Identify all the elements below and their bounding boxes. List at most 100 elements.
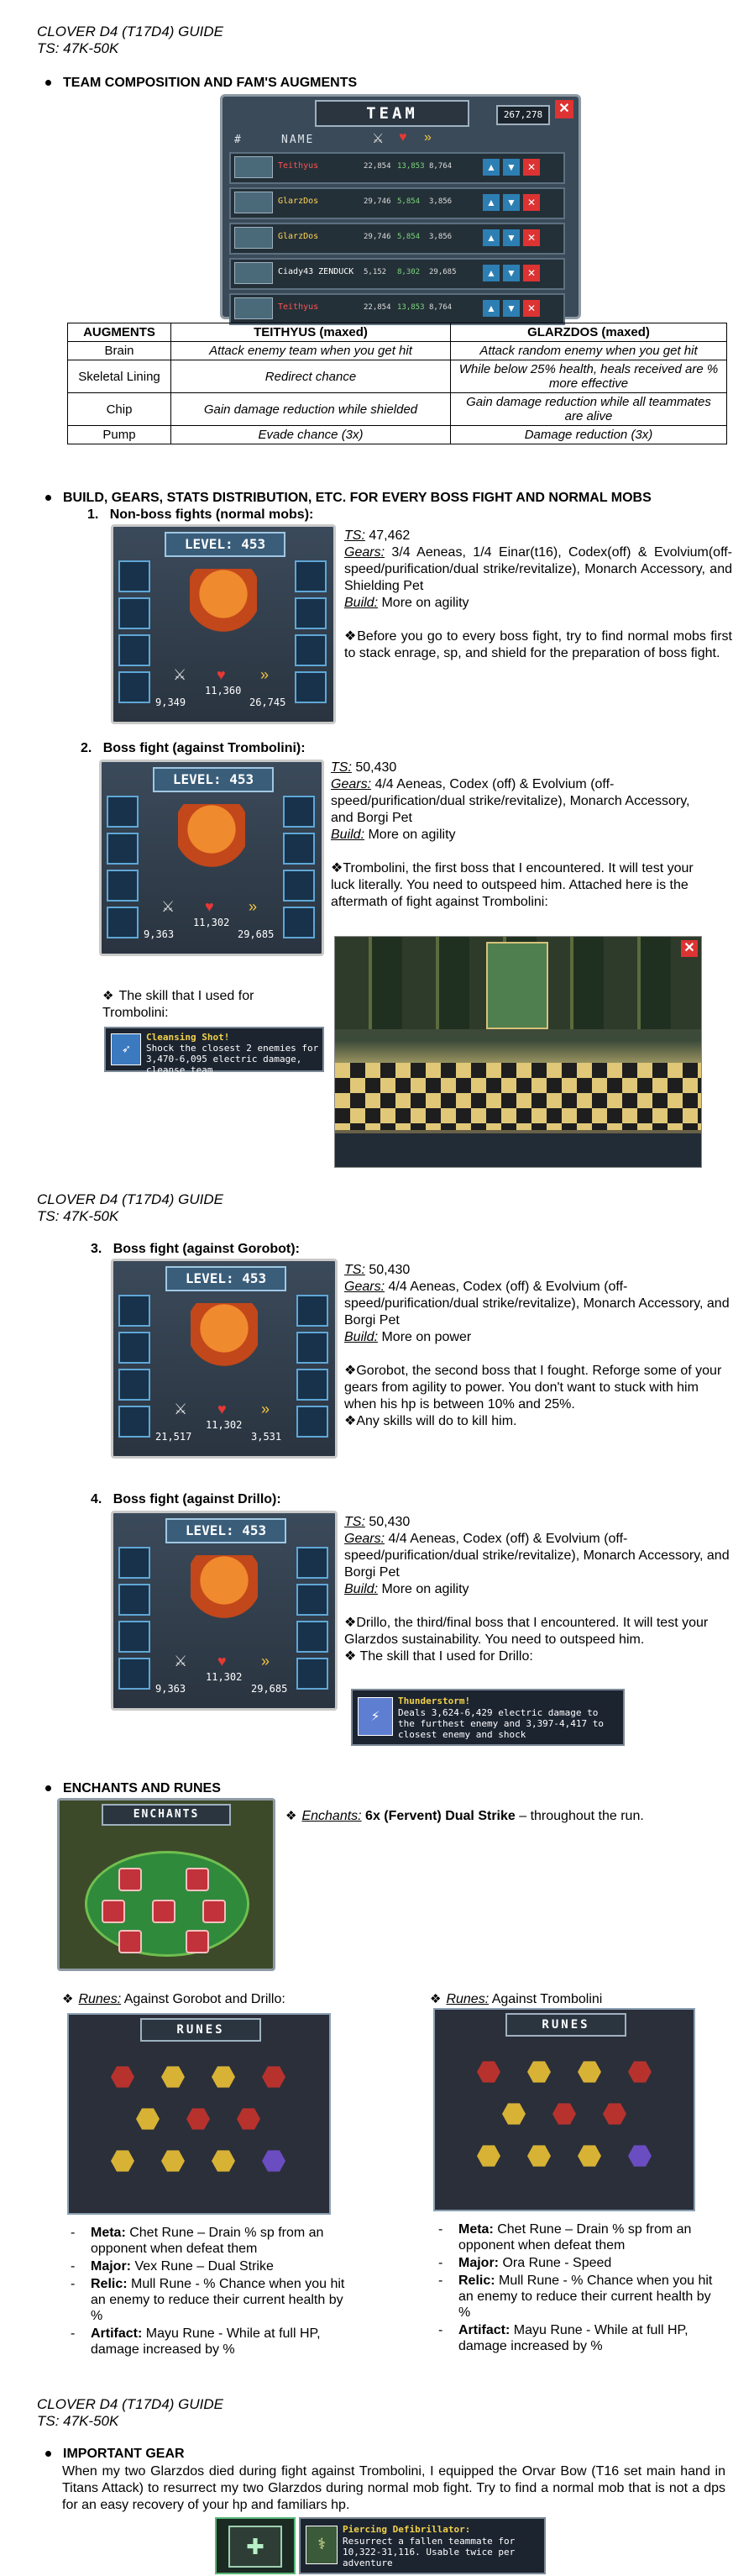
move-down-icon[interactable]: ▼ xyxy=(503,194,520,211)
team-row[interactable]: Ciady43 ZENDUCK 5,152 8,302 29,685 ▲ ▼ ✕ xyxy=(229,258,565,290)
stat-value: 9,363 xyxy=(144,928,175,940)
enchant-slot[interactable] xyxy=(118,1930,142,1953)
augments-header: AUGMENTS xyxy=(67,323,171,342)
rune-socket[interactable] xyxy=(603,2103,626,2125)
remove-icon[interactable]: ✕ xyxy=(523,194,540,211)
move-up-icon[interactable]: ▲ xyxy=(483,265,500,281)
gear-slot[interactable] xyxy=(118,1621,150,1653)
rune-socket[interactable] xyxy=(578,2061,601,2083)
close-icon[interactable]: ✕ xyxy=(555,100,573,118)
rune-socket[interactable] xyxy=(262,2066,285,2088)
gear-slot[interactable] xyxy=(107,833,139,865)
gear-slot[interactable] xyxy=(118,597,150,629)
rune-socket[interactable] xyxy=(212,2066,235,2088)
enchant-slot[interactable] xyxy=(102,1900,125,1923)
move-down-icon[interactable]: ▼ xyxy=(503,265,520,281)
gear-slot[interactable] xyxy=(295,597,327,629)
rune-socket[interactable] xyxy=(628,2145,652,2167)
rune-socket[interactable] xyxy=(111,2150,134,2172)
gear-slot[interactable] xyxy=(283,796,315,828)
enchant-slot[interactable] xyxy=(186,1930,209,1953)
rune-socket[interactable] xyxy=(477,2145,500,2167)
gear-slot[interactable] xyxy=(296,1658,328,1690)
gear-slot[interactable] xyxy=(118,1332,150,1364)
rune-socket[interactable] xyxy=(552,2103,576,2125)
enchant-slot[interactable] xyxy=(186,1868,209,1891)
gear-slot[interactable] xyxy=(283,833,315,865)
team-member-stat: 29,685 xyxy=(429,268,457,276)
team-row[interactable]: Teithyus 22,854 13,853 8,764 ▲ ▼ ✕ xyxy=(229,152,565,184)
rune-socket[interactable] xyxy=(186,2108,210,2130)
section-1-title: 1. Non-boss fights (normal mobs): xyxy=(87,507,314,522)
runes-window-title: RUNES xyxy=(505,2013,626,2037)
gear-icon: ✚ xyxy=(215,2517,296,2574)
gear-slot[interactable] xyxy=(283,870,315,902)
gear-slot[interactable] xyxy=(118,671,150,703)
remove-icon[interactable]: ✕ xyxy=(523,159,540,176)
gear-slot[interactable] xyxy=(118,1547,150,1579)
gear-slot[interactable] xyxy=(283,907,315,938)
gear-slot[interactable] xyxy=(296,1621,328,1653)
rune-socket[interactable] xyxy=(212,2150,235,2172)
rune-socket[interactable] xyxy=(502,2103,526,2125)
speed-icon: » xyxy=(249,898,258,915)
rune-socket[interactable] xyxy=(628,2061,652,2083)
gear-slot[interactable] xyxy=(296,1406,328,1438)
gear-slot[interactable] xyxy=(296,1332,328,1364)
enchant-slot[interactable] xyxy=(118,1868,142,1891)
gear-slot[interactable] xyxy=(118,1295,150,1327)
enchant-slot[interactable] xyxy=(202,1900,226,1923)
gear-slot[interactable] xyxy=(295,634,327,666)
remove-icon[interactable]: ✕ xyxy=(523,229,540,246)
move-down-icon[interactable]: ▼ xyxy=(503,300,520,317)
gear-slot[interactable] xyxy=(296,1547,328,1579)
gear-slot[interactable] xyxy=(118,1584,150,1616)
move-down-icon[interactable]: ▼ xyxy=(503,159,520,176)
gear-slot[interactable] xyxy=(118,1369,150,1401)
remove-icon[interactable]: ✕ xyxy=(523,300,540,317)
team-row[interactable]: GlarzDos 29,746 5,854 3,856 ▲ ▼ ✕ xyxy=(229,187,565,219)
team-row[interactable]: GlarzDos 29,746 5,854 3,856 ▲ ▼ ✕ xyxy=(229,223,565,255)
move-down-icon[interactable]: ▼ xyxy=(503,229,520,246)
move-up-icon[interactable]: ▲ xyxy=(483,159,500,176)
sword-icon: ⚔ xyxy=(174,1653,188,1669)
team-row[interactable]: Teithyus 22,854 13,853 8,764 ▲ ▼ ✕ xyxy=(229,293,565,325)
gear-slot[interactable] xyxy=(296,1584,328,1616)
rune-socket[interactable] xyxy=(161,2066,185,2088)
gear-slot[interactable] xyxy=(118,634,150,666)
move-up-icon[interactable]: ▲ xyxy=(483,300,500,317)
guide-title: CLOVER D4 (T17D4) GUIDE xyxy=(37,2396,223,2412)
enchant-slot[interactable] xyxy=(152,1900,175,1923)
rune-socket[interactable] xyxy=(527,2061,551,2083)
team-member-stat: 8,764 xyxy=(429,303,453,312)
team-member-stat: 22,854 xyxy=(364,162,391,171)
rune-socket[interactable] xyxy=(527,2145,551,2167)
move-up-icon[interactable]: ▲ xyxy=(483,229,500,246)
gear-slot[interactable] xyxy=(296,1369,328,1401)
rune-item: Major: Ora Rune - Speed xyxy=(438,2255,715,2271)
gear-slot[interactable] xyxy=(118,560,150,592)
rune-socket[interactable] xyxy=(262,2150,285,2172)
rune-socket[interactable] xyxy=(136,2108,160,2130)
team-member-stat: 5,854 xyxy=(397,233,421,241)
gear-slot[interactable] xyxy=(295,671,327,703)
gear-slot[interactable] xyxy=(295,560,327,592)
gear-slot[interactable] xyxy=(107,796,139,828)
rune-socket[interactable] xyxy=(111,2066,134,2088)
gear-slot[interactable] xyxy=(118,1406,150,1438)
section-3-info: TS: 50,430 Gears: 4/4 Aeneas, Codex (off… xyxy=(344,1262,732,1430)
gear-slot[interactable] xyxy=(107,870,139,902)
gear-card: ⚕ Piercing Defibrillator: Resurrect a fa… xyxy=(299,2517,546,2574)
rune-socket[interactable] xyxy=(477,2061,500,2083)
rune-socket[interactable] xyxy=(237,2108,260,2130)
close-icon[interactable]: ✕ xyxy=(681,940,698,957)
team-member-stat: 13,853 xyxy=(397,303,425,312)
gear-slot[interactable] xyxy=(296,1295,328,1327)
gear-slot[interactable] xyxy=(107,907,139,938)
gear-slot[interactable] xyxy=(118,1658,150,1690)
rune-socket[interactable] xyxy=(161,2150,185,2172)
move-up-icon[interactable]: ▲ xyxy=(483,194,500,211)
remove-icon[interactable]: ✕ xyxy=(523,265,540,281)
rune-socket[interactable] xyxy=(578,2145,601,2167)
team-member-stat: 22,854 xyxy=(364,303,391,312)
